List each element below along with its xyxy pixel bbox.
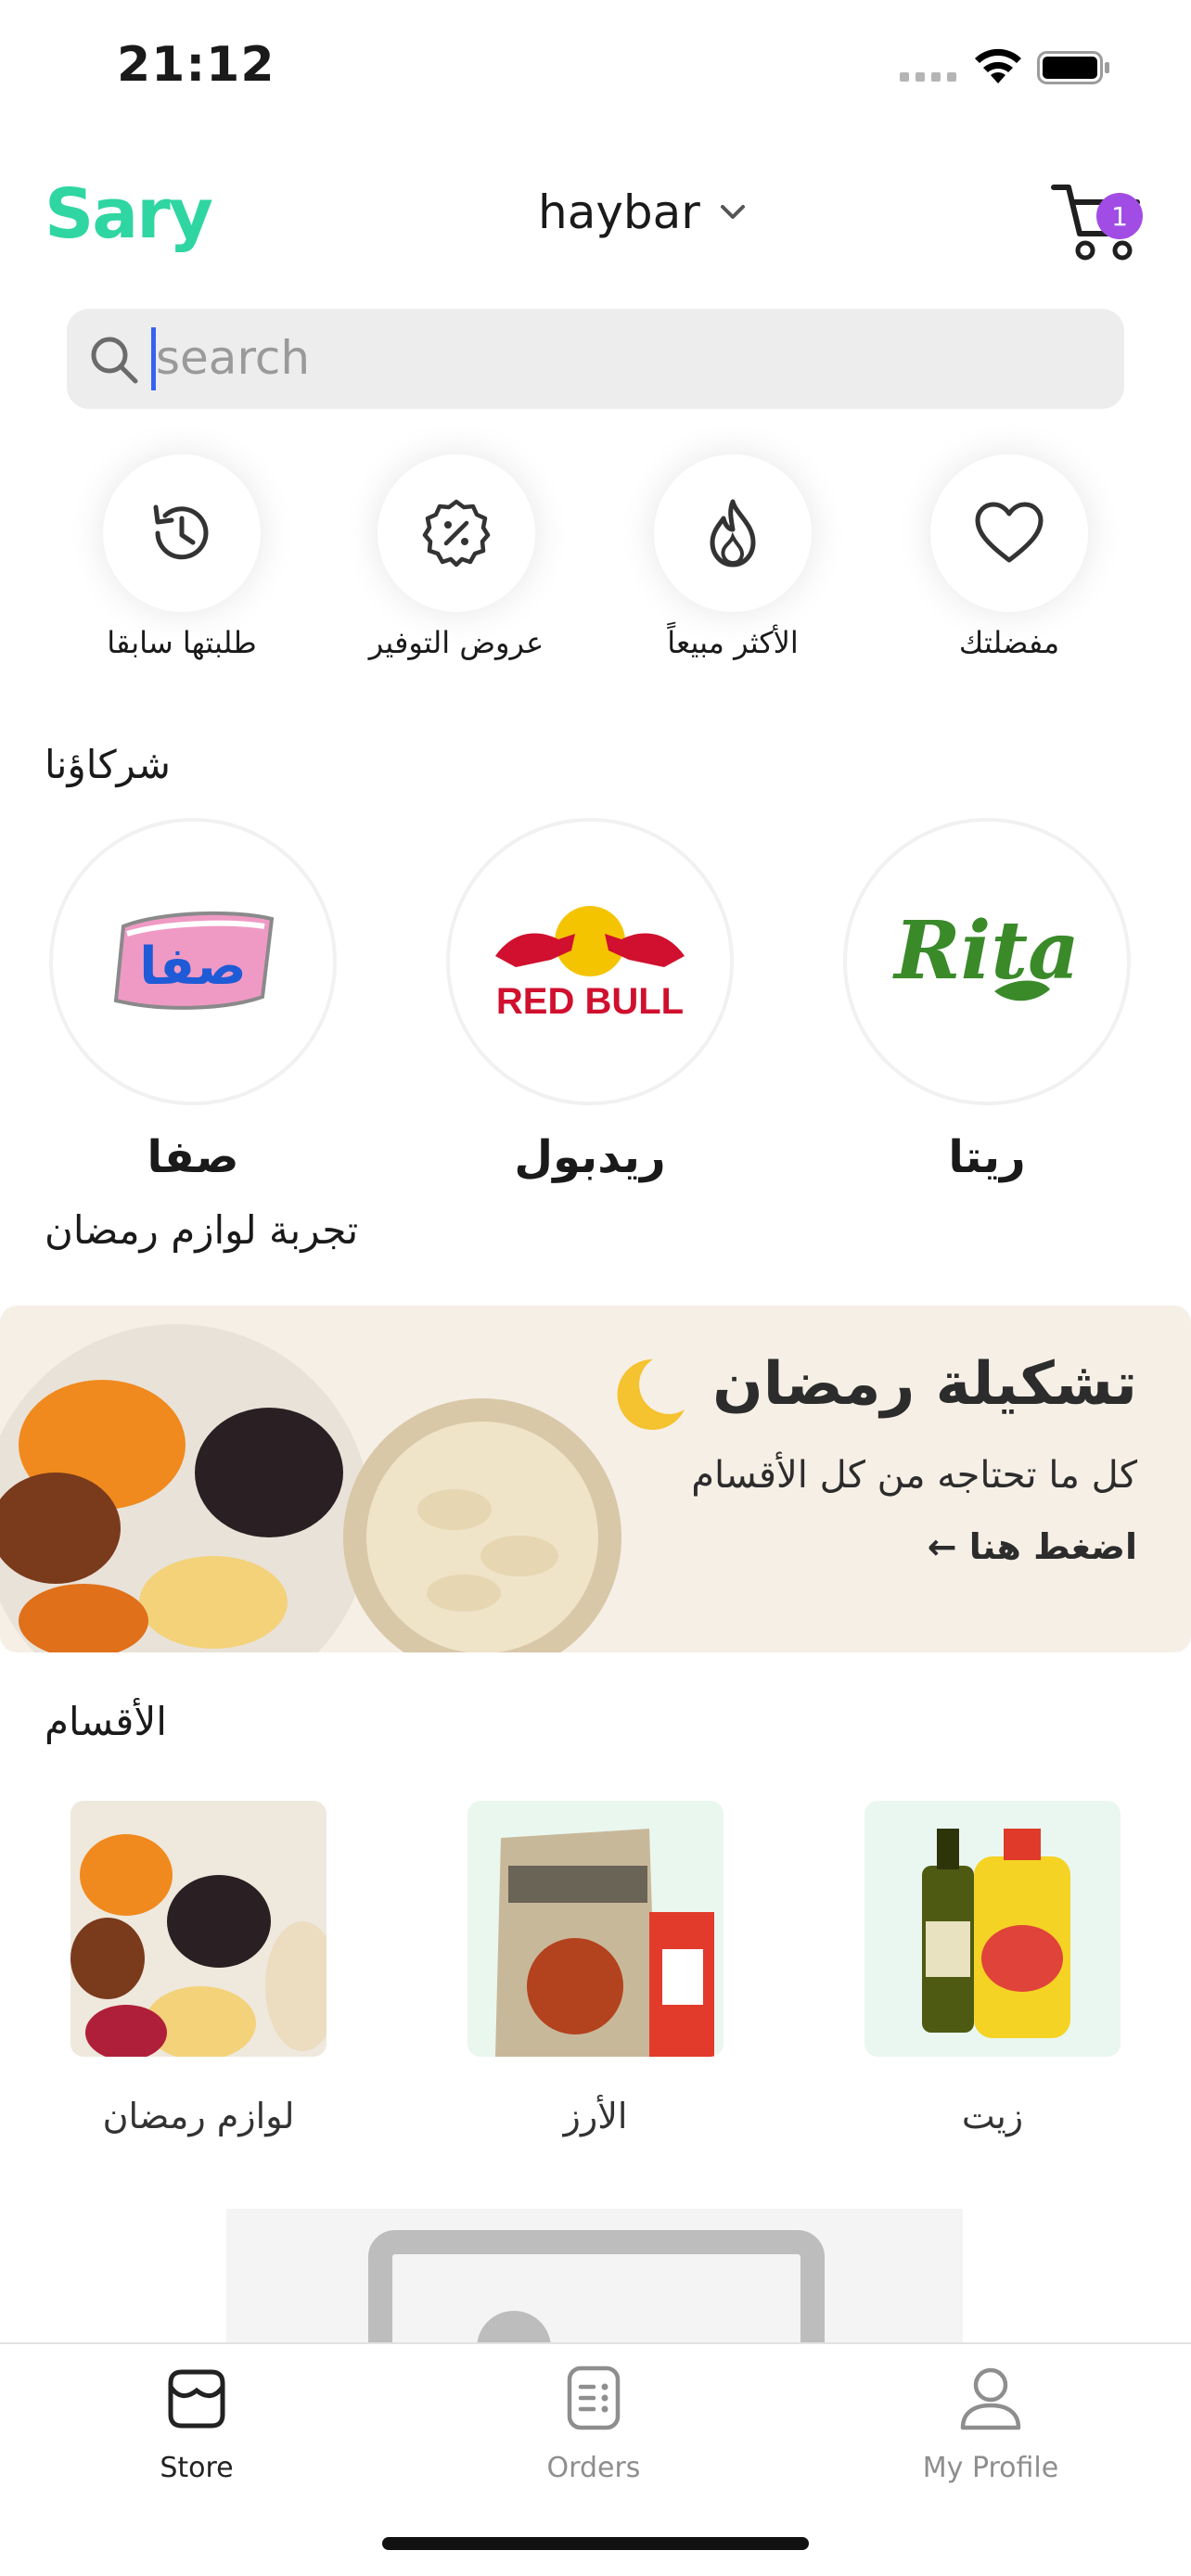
partner-safa[interactable]: صفا صفا [46,818,339,1183]
category-oil[interactable]: زيت [863,1801,1122,2136]
rice-image [467,1801,724,2057]
loading-placeholder [226,2209,963,2344]
app-header: Sary haybar [0,158,1191,278]
quick-action-best-sellers[interactable]: الأكثر مبيعاً [594,454,872,660]
heart-icon [975,502,1044,563]
search-placeholder: search [156,331,311,385]
battery-icon [1037,51,1109,84]
quick-action-order-history[interactable]: طلبتها سابقا [43,454,321,660]
tab-orders[interactable]: Orders [492,2363,696,2484]
redbull-logo: RED BULL [446,818,734,1105]
quick-action-favorites[interactable]: مفضلتك [870,454,1148,660]
ramadan-banner[interactable]: تشكيلة رمضان كل ما تحتاجه من كل الأقسام … [0,1306,1191,1652]
safa-logo: صفا [49,818,337,1105]
profile-icon [960,2367,1021,2430]
svg-text:Rita: Rita [891,904,1080,998]
partner-name: صفا [147,1131,239,1183]
fire-icon [710,499,756,567]
chevron-down-icon [720,205,745,219]
banner-cta[interactable]: اضغط هنا ← [928,1526,1137,1567]
banner-subtitle: كل ما تحتاجه من كل الأقسام [691,1454,1137,1497]
search-input[interactable]: search [67,309,1124,409]
search-icon [91,337,138,384]
quick-actions: مفضلتك الأكثر مبيعاً عروض التوفير طلبتها… [0,454,1191,686]
svg-text:RED BULL: RED BULL [496,981,684,1022]
category-rice[interactable]: الأرز [466,1801,725,2136]
svg-text:صفا: صفا [139,937,246,997]
partner-redbull[interactable]: RED BULL ريدبول [443,818,736,1183]
orders-list-icon [567,2366,621,2430]
crescent-moon-icon [617,1358,685,1430]
store-icon [168,2369,225,2429]
status-bar: 21:12 [0,0,1191,139]
status-time: 21:12 [117,37,275,93]
history-icon [153,504,209,560]
store-name: haybar [538,185,700,239]
partner-name: ريدبول [514,1131,666,1183]
tab-store[interactable]: Store [95,2363,299,2484]
partner-rita[interactable]: Rita ريتا [840,818,1133,1183]
rita-logo: Rita [843,818,1131,1105]
category-ramadan[interactable]: لوازم رمضان [69,1801,328,2136]
discount-badge-icon [422,499,491,567]
wifi-icon [975,48,1021,83]
quick-action-deals[interactable]: عروض التوفير [317,454,596,660]
sary-logo: Sary [45,174,213,254]
home-indicator[interactable] [382,2537,809,2550]
oil-image [864,1801,1121,2057]
dried-fruit-platter-image [0,1324,621,1652]
cart-count-badge: 1 [1096,193,1143,239]
tab-profile[interactable]: My Profile [889,2363,1093,2484]
ramadan-image [70,1801,327,2057]
banner-title: تشكيلة رمضان [712,1350,1137,1419]
partner-name: ريتا [948,1131,1026,1183]
partners-title: شركاؤنا [45,742,171,787]
categories-title: الأقسام [45,1699,167,1744]
store-selector[interactable]: haybar [538,185,747,239]
promo-section-title: تجربة لوازم رمضان [45,1207,359,1253]
arrow-left-icon: ← [927,1526,957,1567]
cellular-signal-icon [900,72,956,82]
